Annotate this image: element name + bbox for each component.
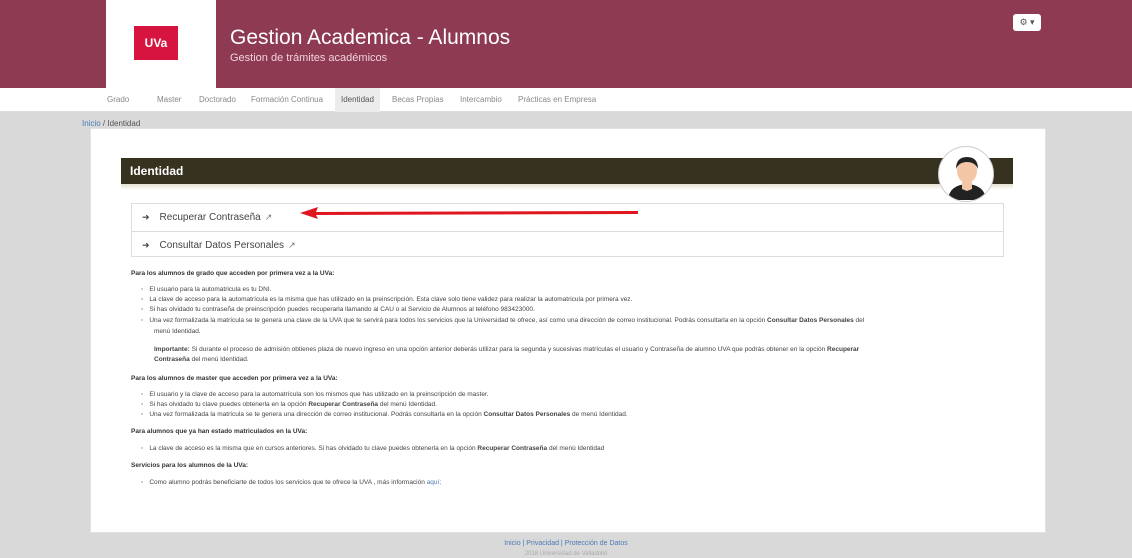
user-avatar-icon: [938, 146, 994, 202]
nav-item-intercambio[interactable]: Intercambio: [460, 88, 502, 112]
servicios-heading: Servicios para los alumnos de la UVa:: [131, 462, 249, 469]
list-item: Si has olvidado tu clave puedes obtenerl…: [141, 401, 437, 408]
footer-copyright: 2018 Universidad de Valladolid: [524, 551, 608, 557]
nav-item-practicas-empresa[interactable]: Prácticas en Empresa: [518, 88, 596, 112]
panel-title: Identidad: [121, 158, 1013, 184]
list-item: Una vez formalizada la matrícula se te g…: [141, 317, 864, 324]
previos-heading: Para alumnos que ya han estado matricula…: [131, 428, 308, 435]
consultar-datos-personales-link[interactable]: ➜ Consultar Datos Personales ↗: [132, 231, 1003, 258]
mas-informacion-link[interactable]: aquí;: [427, 479, 441, 486]
master-heading: Para los alumnos de master que acceden p…: [131, 375, 338, 382]
external-link-icon: ↗: [264, 212, 273, 222]
nav-item-master[interactable]: Master: [157, 88, 181, 112]
app-subtitle: Gestion de trámites académicos: [230, 52, 388, 64]
footer-links[interactable]: Inicio | Privacidad | Protección de Dato…: [0, 540, 1132, 547]
list-item: El usuario y la clave de acceso para la …: [141, 391, 488, 398]
grado-heading: Para los alumnos de grado que acceden po…: [131, 270, 335, 277]
breadcrumb-current: Identidad: [107, 119, 141, 128]
importante-note-cont: Contraseña del menú Identidad.: [154, 356, 249, 363]
panel-header-shadow: [121, 184, 1013, 190]
breadcrumb: Inicio / Identidad: [82, 119, 141, 128]
list-item: Una vez formalizada la matrícula se te g…: [141, 411, 627, 418]
uva-logo[interactable]: UVa: [134, 26, 178, 60]
arrow-right-icon: ➜: [142, 240, 150, 250]
external-link-icon: ↗: [288, 240, 296, 250]
annotation-red-arrow: [300, 207, 638, 219]
main-nav: Grado Master Doctorado Formación Continu…: [0, 88, 1132, 112]
user-menu-button[interactable]: ⚙ ▾: [1013, 14, 1041, 31]
nav-item-becas-propias[interactable]: Becas Propias: [392, 88, 444, 112]
list-item: Si has olvidado tu contraseña de preinsc…: [141, 306, 535, 313]
gear-icon: ⚙ ▾: [1019, 17, 1035, 27]
list-item: La clave de acceso para la automatrícula…: [141, 296, 632, 303]
arrow-right-icon: ➜: [142, 212, 150, 222]
nav-item-identidad[interactable]: Identidad: [335, 88, 380, 112]
nav-item-formacion-continua[interactable]: Formación Continua: [251, 88, 323, 112]
breadcrumb-home[interactable]: Inicio: [82, 119, 101, 128]
list-item: Como alumno podrás beneficiarte de todos…: [141, 479, 441, 486]
nav-item-doctorado[interactable]: Doctorado: [199, 88, 236, 112]
importante-note: Importante: Si durante el proceso de adm…: [154, 346, 860, 353]
app-title: Gestion Academica - Alumnos: [230, 26, 511, 49]
list-item: La clave de acceso es la misma que en cu…: [141, 445, 604, 452]
list-item-cont: menú Identidad.: [154, 328, 201, 335]
nav-item-grado[interactable]: Grado: [107, 88, 129, 112]
list-item: El usuario para la automatricula es tu D…: [141, 286, 271, 293]
